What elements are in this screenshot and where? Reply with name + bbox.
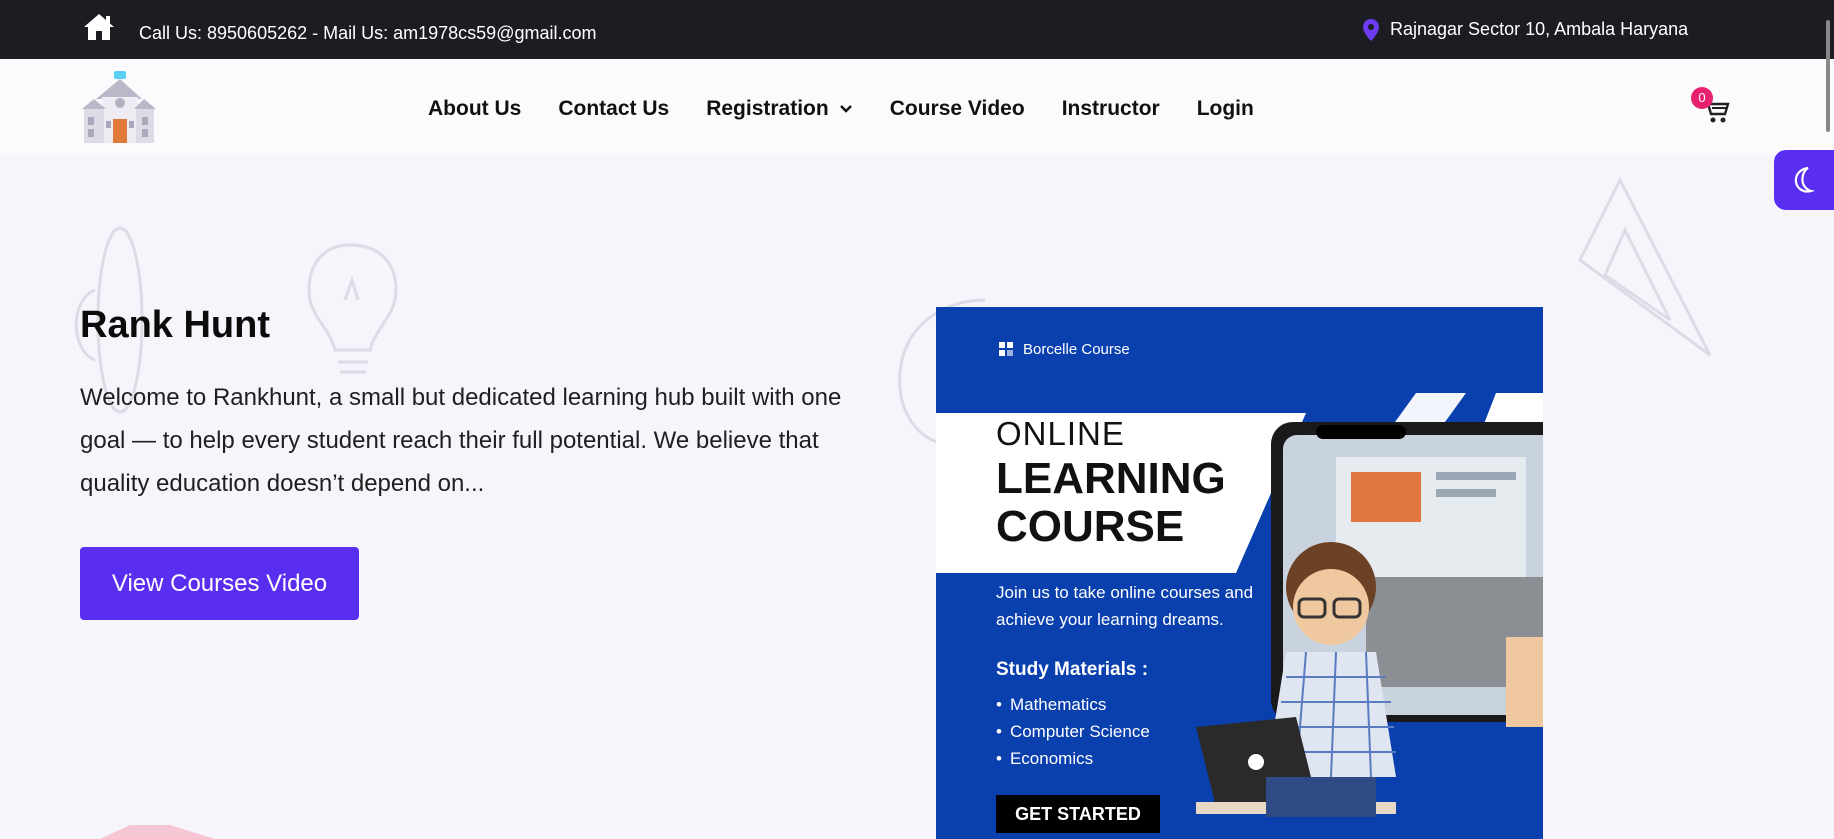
list-item: Economics	[996, 745, 1150, 772]
promo-materials-list: Mathematics Computer Science Economics	[996, 691, 1150, 772]
brand-logo-icon	[999, 342, 1013, 356]
student-laptop-illustration	[1196, 422, 1543, 817]
promo-banner[interactable]: Borcelle Course ONLINE LEARNING COURSE J…	[936, 307, 1543, 839]
promo-materials-title: Study Materials :	[996, 659, 1149, 680]
list-item: Mathematics	[996, 691, 1150, 718]
hero-description: Welcome to Rankhunt, a small but dedicat…	[80, 384, 842, 497]
list-item: Computer Science	[996, 718, 1150, 745]
view-courses-video-button[interactable]: View Courses Video	[80, 547, 359, 620]
hero-title: Rank Hunt	[80, 304, 270, 346]
promo-heading-online: ONLINE	[996, 415, 1125, 452]
promo-brand: Borcelle Course	[1023, 341, 1130, 358]
get-started-button[interactable]: GET STARTED	[996, 795, 1160, 833]
